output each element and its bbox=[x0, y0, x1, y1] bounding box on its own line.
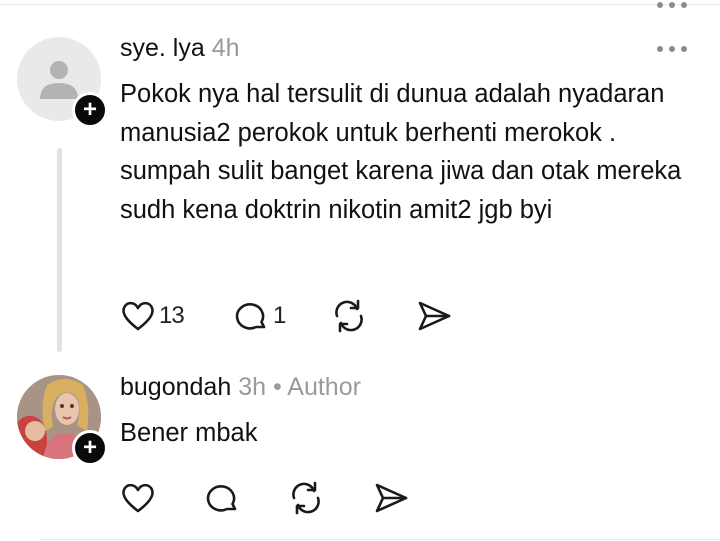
repost-icon bbox=[335, 299, 363, 333]
follow-button[interactable]: + bbox=[72, 92, 108, 128]
reply-button[interactable]: 1 bbox=[234, 298, 286, 334]
follow-button[interactable]: + bbox=[72, 430, 108, 466]
repost-button[interactable] bbox=[331, 298, 367, 334]
like-count: 13 bbox=[159, 302, 185, 329]
author-badge: • Author bbox=[272, 373, 361, 401]
post-header: sye. lya 4h bbox=[120, 34, 240, 63]
send-icon bbox=[418, 301, 451, 331]
like-button[interactable]: 13 bbox=[120, 298, 185, 334]
post-text: Pokok nya hal tersulit di dunua adalah n… bbox=[120, 80, 682, 224]
author-reply-post: + bugondah 3h • Author Bener mbak bbox=[0, 360, 720, 540]
more-icon[interactable] bbox=[655, 0, 689, 10]
send-icon bbox=[375, 483, 408, 513]
username[interactable]: sye. lya bbox=[120, 34, 205, 62]
username[interactable]: bugondah bbox=[120, 373, 231, 401]
timestamp: 4h bbox=[211, 34, 240, 62]
plus-icon: + bbox=[82, 434, 97, 461]
post-header: bugondah 3h • Author bbox=[120, 373, 361, 402]
comment-icon bbox=[206, 485, 237, 512]
repost-icon bbox=[292, 481, 320, 515]
bottom-divider bbox=[40, 539, 720, 540]
thread-line bbox=[57, 148, 62, 352]
share-button[interactable] bbox=[373, 480, 409, 516]
like-button[interactable] bbox=[120, 480, 156, 516]
repost-button[interactable] bbox=[288, 480, 324, 516]
plus-icon: + bbox=[82, 96, 97, 123]
timestamp: 3h bbox=[238, 373, 266, 401]
share-button[interactable] bbox=[416, 298, 452, 334]
comment-icon bbox=[235, 303, 266, 330]
reply-count: 1 bbox=[273, 302, 286, 329]
reply-button[interactable] bbox=[205, 480, 241, 516]
reply-post: + sye. lya 4h Pokok nya hal tersulit di … bbox=[0, 0, 720, 360]
more-icon[interactable] bbox=[655, 44, 689, 54]
heart-icon bbox=[122, 483, 154, 513]
heart-icon bbox=[122, 301, 154, 331]
post-text: Bener mbak bbox=[120, 419, 258, 447]
